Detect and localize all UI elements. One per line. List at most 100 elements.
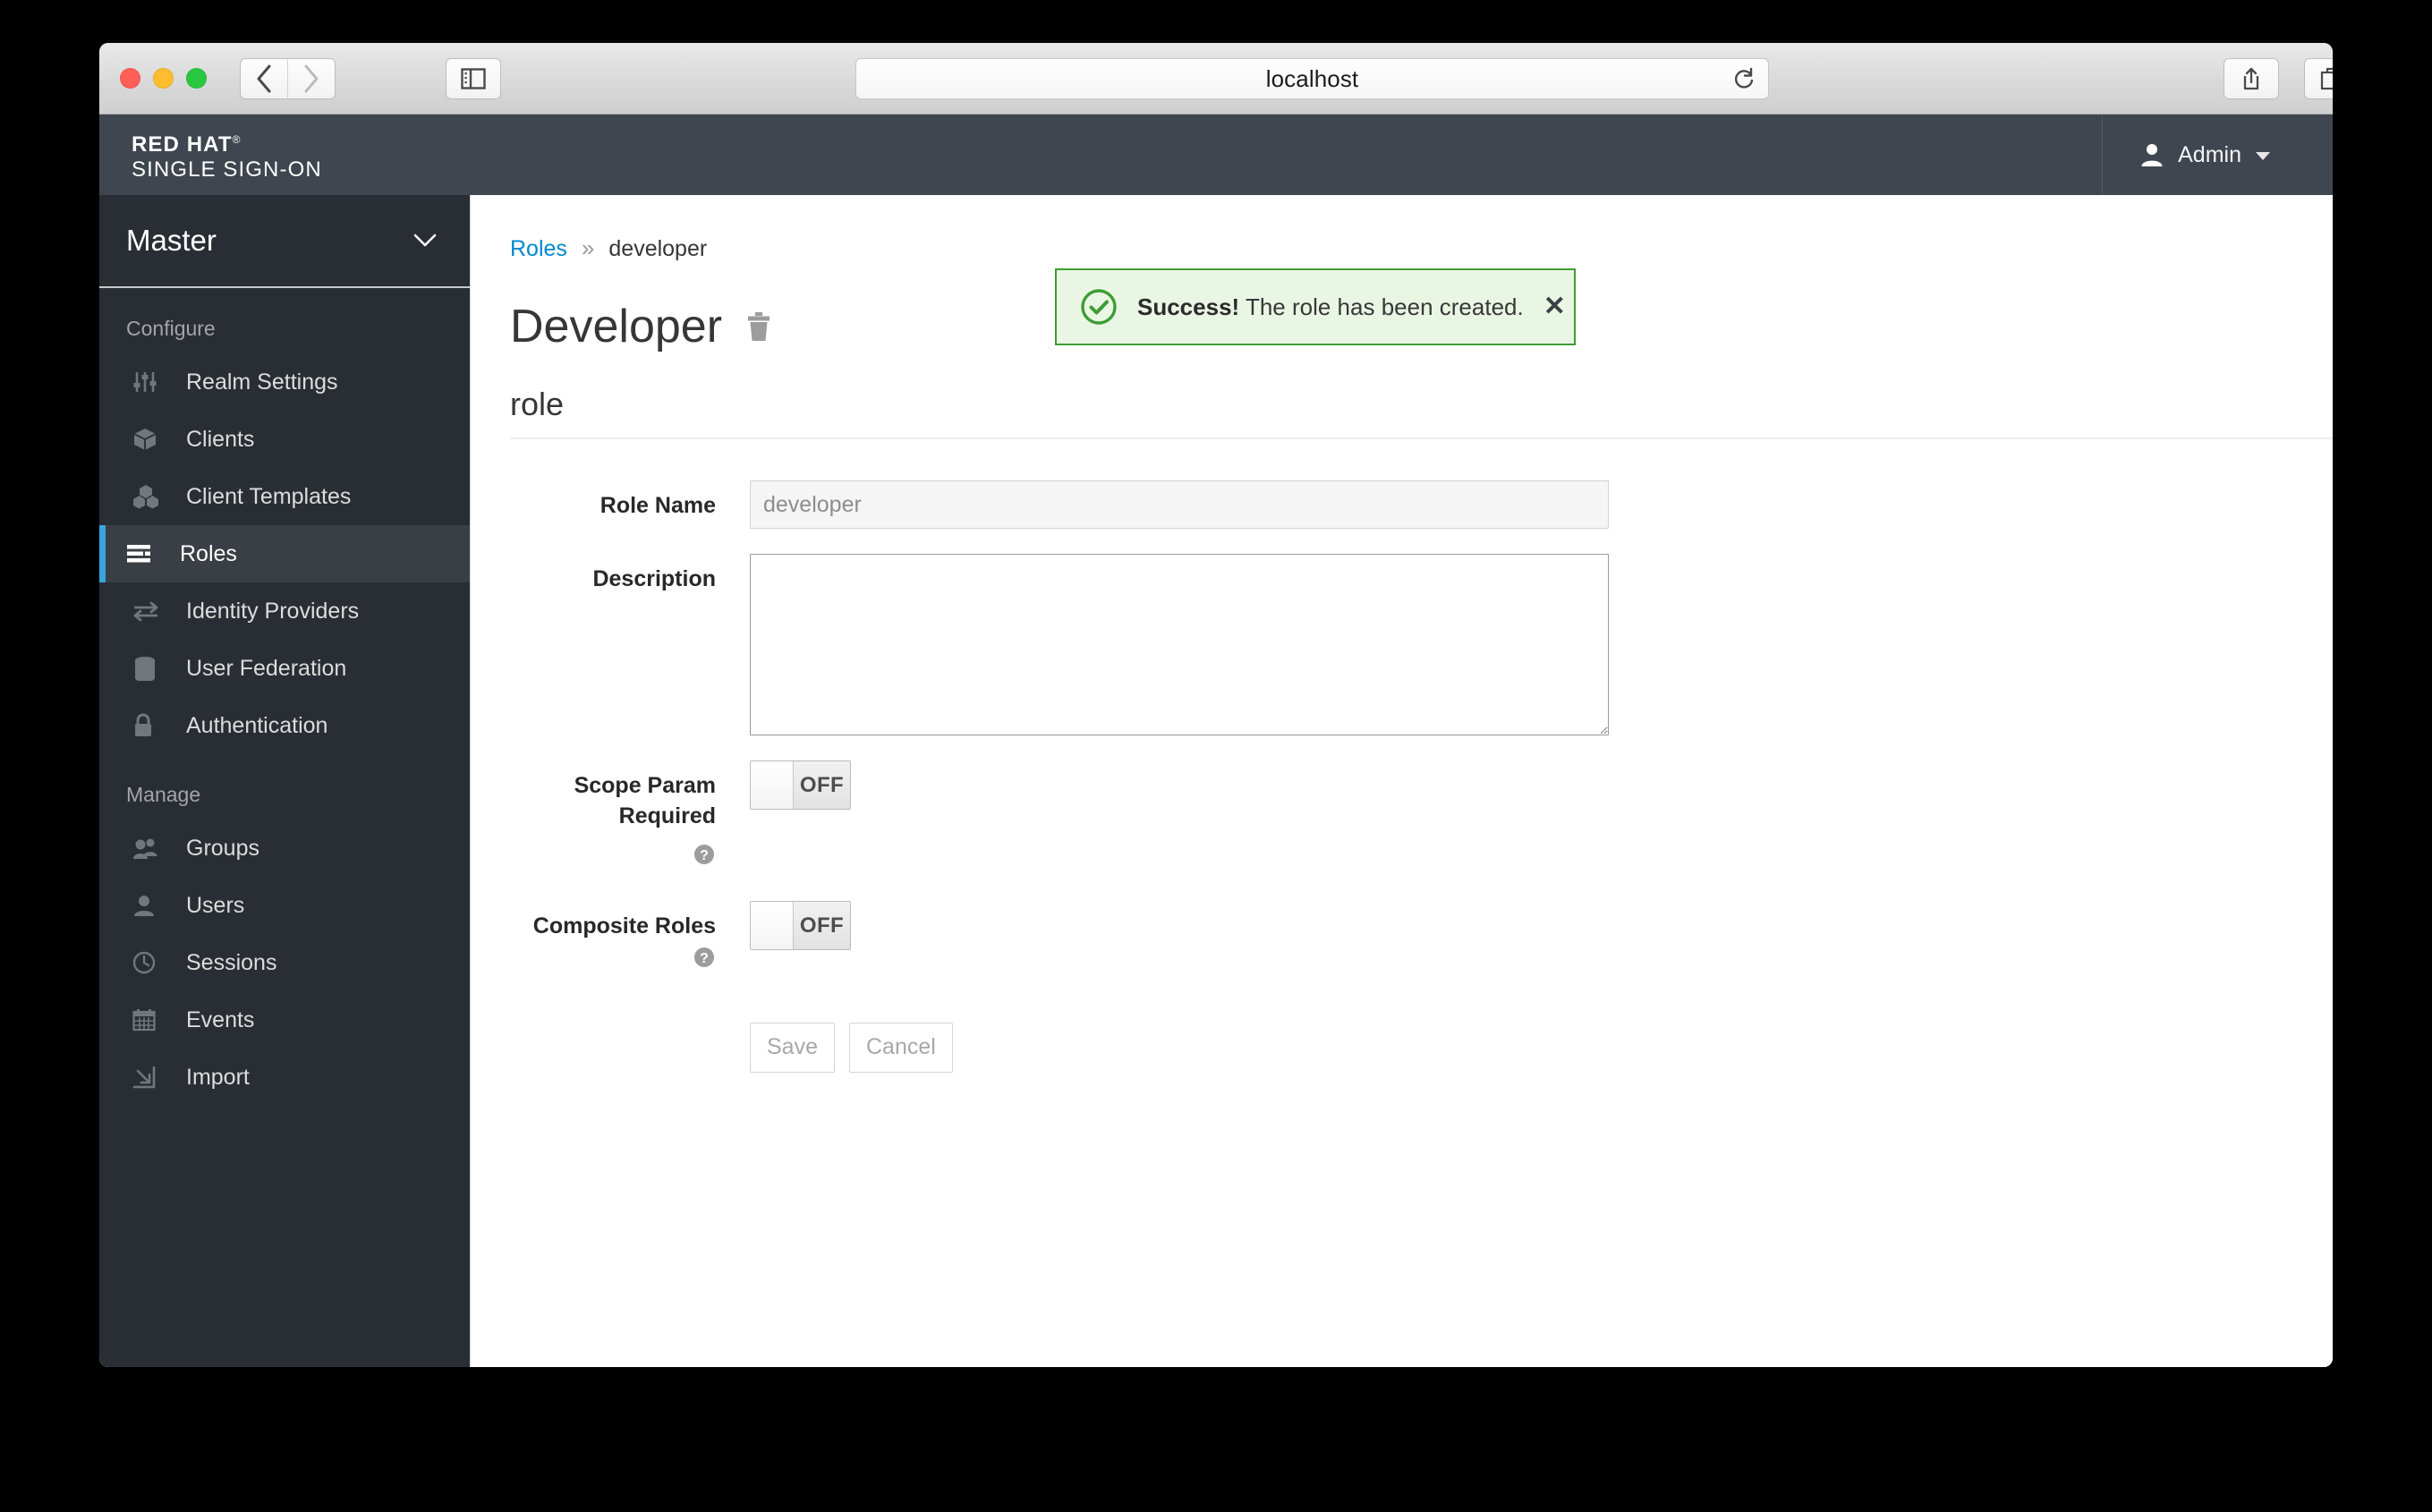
calendar-icon (132, 1008, 174, 1032)
address-bar[interactable]: localhost (855, 58, 1769, 99)
chevron-down-icon (2256, 152, 2270, 160)
chevron-down-icon (412, 233, 438, 249)
check-circle-icon (1080, 288, 1118, 326)
form-row-role-name: Role Name (510, 480, 2279, 529)
sidebar-item-label: Realm Settings (186, 369, 338, 395)
share-icon (2243, 67, 2259, 90)
sidebar-item-user-federation[interactable]: User Federation (99, 640, 470, 697)
exchange-arrows-icon (132, 600, 174, 622)
sidebar-item-label: Sessions (186, 949, 277, 975)
users-group-icon (132, 837, 174, 860)
window-controls (120, 68, 207, 89)
sidebar-toggle-icon (461, 68, 486, 89)
show-tabs-button[interactable] (2304, 58, 2333, 99)
minimize-window-button[interactable] (153, 68, 174, 89)
form-row-scope-param-required: Scope Param Required ? OFF (510, 760, 2279, 869)
sidebar-toggle-button[interactable] (446, 58, 501, 99)
realm-name: Master (126, 224, 217, 257)
sidebar-item-identity-providers[interactable]: Identity Providers (99, 582, 470, 640)
database-icon (132, 656, 174, 681)
scope-param-required-label: Scope Param Required ? (510, 760, 750, 869)
page-title: Developer (510, 301, 723, 353)
role-name-input[interactable] (750, 480, 1609, 529)
form-row-description: Description (510, 554, 2279, 735)
success-alert: Success! The role has been created. ✕ (1055, 268, 1576, 345)
chevron-right-icon (304, 64, 319, 93)
alert-message: Success! The role has been created. (1137, 293, 1524, 321)
breadcrumb: Roles » developer (510, 234, 2279, 262)
browser-titlebar: localhost + (99, 43, 2333, 115)
keycloak-admin-console: RED HAT® SINGLE SIGN-ON Admin Success! T… (99, 115, 2333, 1367)
forward-button[interactable] (287, 58, 336, 99)
sidebar-item-groups[interactable]: Groups (99, 820, 470, 877)
reload-button[interactable] (1732, 66, 1756, 91)
alert-strong: Success! (1137, 293, 1240, 320)
svg-text:?: ? (700, 848, 709, 863)
toggle-state-label: OFF (794, 902, 850, 950)
masthead: RED HAT® SINGLE SIGN-ON Admin (99, 115, 2333, 195)
import-arrow-icon (132, 1066, 174, 1089)
sidebar-item-label: Authentication (186, 712, 328, 738)
brand-logo: RED HAT® SINGLE SIGN-ON (132, 132, 322, 182)
help-circle-icon[interactable]: ? (693, 946, 716, 969)
user-menu[interactable]: Admin (2102, 115, 2333, 195)
sidebar-item-sessions[interactable]: Sessions (99, 934, 470, 991)
scope-param-required-toggle[interactable]: OFF (750, 760, 851, 810)
sidebar-item-label: Import (186, 1064, 250, 1090)
clock-icon (132, 951, 174, 974)
user-menu-label: Admin (2178, 141, 2241, 167)
sidebar-item-events[interactable]: Events (99, 991, 470, 1049)
brand-registered-mark: ® (232, 132, 242, 146)
composite-roles-toggle[interactable]: OFF (750, 901, 851, 951)
sidebar-section-manage-title: Manage (126, 783, 201, 806)
toggle-state-label: OFF (794, 761, 850, 809)
composite-roles-text: Composite Roles (532, 913, 716, 939)
sidebar-item-label: Groups (186, 835, 259, 861)
help-circle-icon[interactable]: ? (510, 839, 716, 870)
breadcrumb-roles-link[interactable]: Roles (510, 236, 567, 262)
sidebar-item-import[interactable]: Import (99, 1049, 470, 1106)
description-textarea[interactable] (750, 554, 1609, 735)
share-button[interactable] (2224, 58, 2279, 99)
trash-icon[interactable] (745, 311, 772, 342)
sidebar-item-label: Identity Providers (186, 598, 360, 624)
breadcrumb-separator: » (581, 234, 595, 261)
sliders-icon (132, 370, 174, 394)
back-button[interactable] (240, 58, 288, 99)
sidebar-item-label: Users (186, 892, 245, 918)
cubes-icon (132, 484, 174, 509)
cancel-button[interactable]: Cancel (848, 1022, 953, 1073)
alert-body: The role has been created. (1245, 293, 1524, 320)
realm-selector[interactable]: Master (99, 195, 470, 288)
sidebar-item-label: Events (186, 1007, 255, 1032)
sidebar-item-roles[interactable]: Roles (99, 525, 470, 582)
scope-param-required-text: Scope Param Required (574, 773, 716, 828)
close-icon[interactable]: ✕ (1543, 293, 1566, 320)
sidebar-item-label: Clients (186, 426, 255, 452)
role-name-label: Role Name (599, 493, 716, 518)
brand-redhat: RED HAT (132, 132, 233, 157)
sidebar-item-authentication[interactable]: Authentication (99, 697, 470, 754)
cube-icon (132, 427, 174, 452)
reload-icon (1734, 67, 1754, 89)
list-rows-icon (126, 543, 167, 565)
form-actions: Save Cancel (750, 1022, 2279, 1073)
main-content: Roles » developer Developer role Role Na… (470, 195, 2333, 1367)
sidebar-item-label: Client Templates (186, 483, 352, 509)
close-window-button[interactable] (120, 68, 140, 89)
url-text: localhost (1265, 64, 1359, 92)
sidebar: Master Configure Realm Settings Clients … (99, 195, 470, 1367)
sidebar-item-client-templates[interactable]: Client Templates (99, 468, 470, 525)
maximize-window-button[interactable] (186, 68, 207, 89)
toggle-knob (751, 761, 794, 809)
section-heading: role (510, 386, 2333, 439)
brand-product: SINGLE SIGN-ON (132, 157, 322, 182)
sidebar-item-clients[interactable]: Clients (99, 411, 470, 468)
sidebar-item-realm-settings[interactable]: Realm Settings (99, 353, 470, 411)
toggle-knob (751, 902, 794, 950)
sidebar-item-users[interactable]: Users (99, 877, 470, 934)
sidebar-item-label: Roles (180, 540, 237, 566)
breadcrumb-current: developer (608, 236, 708, 261)
svg-text:?: ? (700, 951, 709, 966)
save-button[interactable]: Save (750, 1022, 835, 1073)
